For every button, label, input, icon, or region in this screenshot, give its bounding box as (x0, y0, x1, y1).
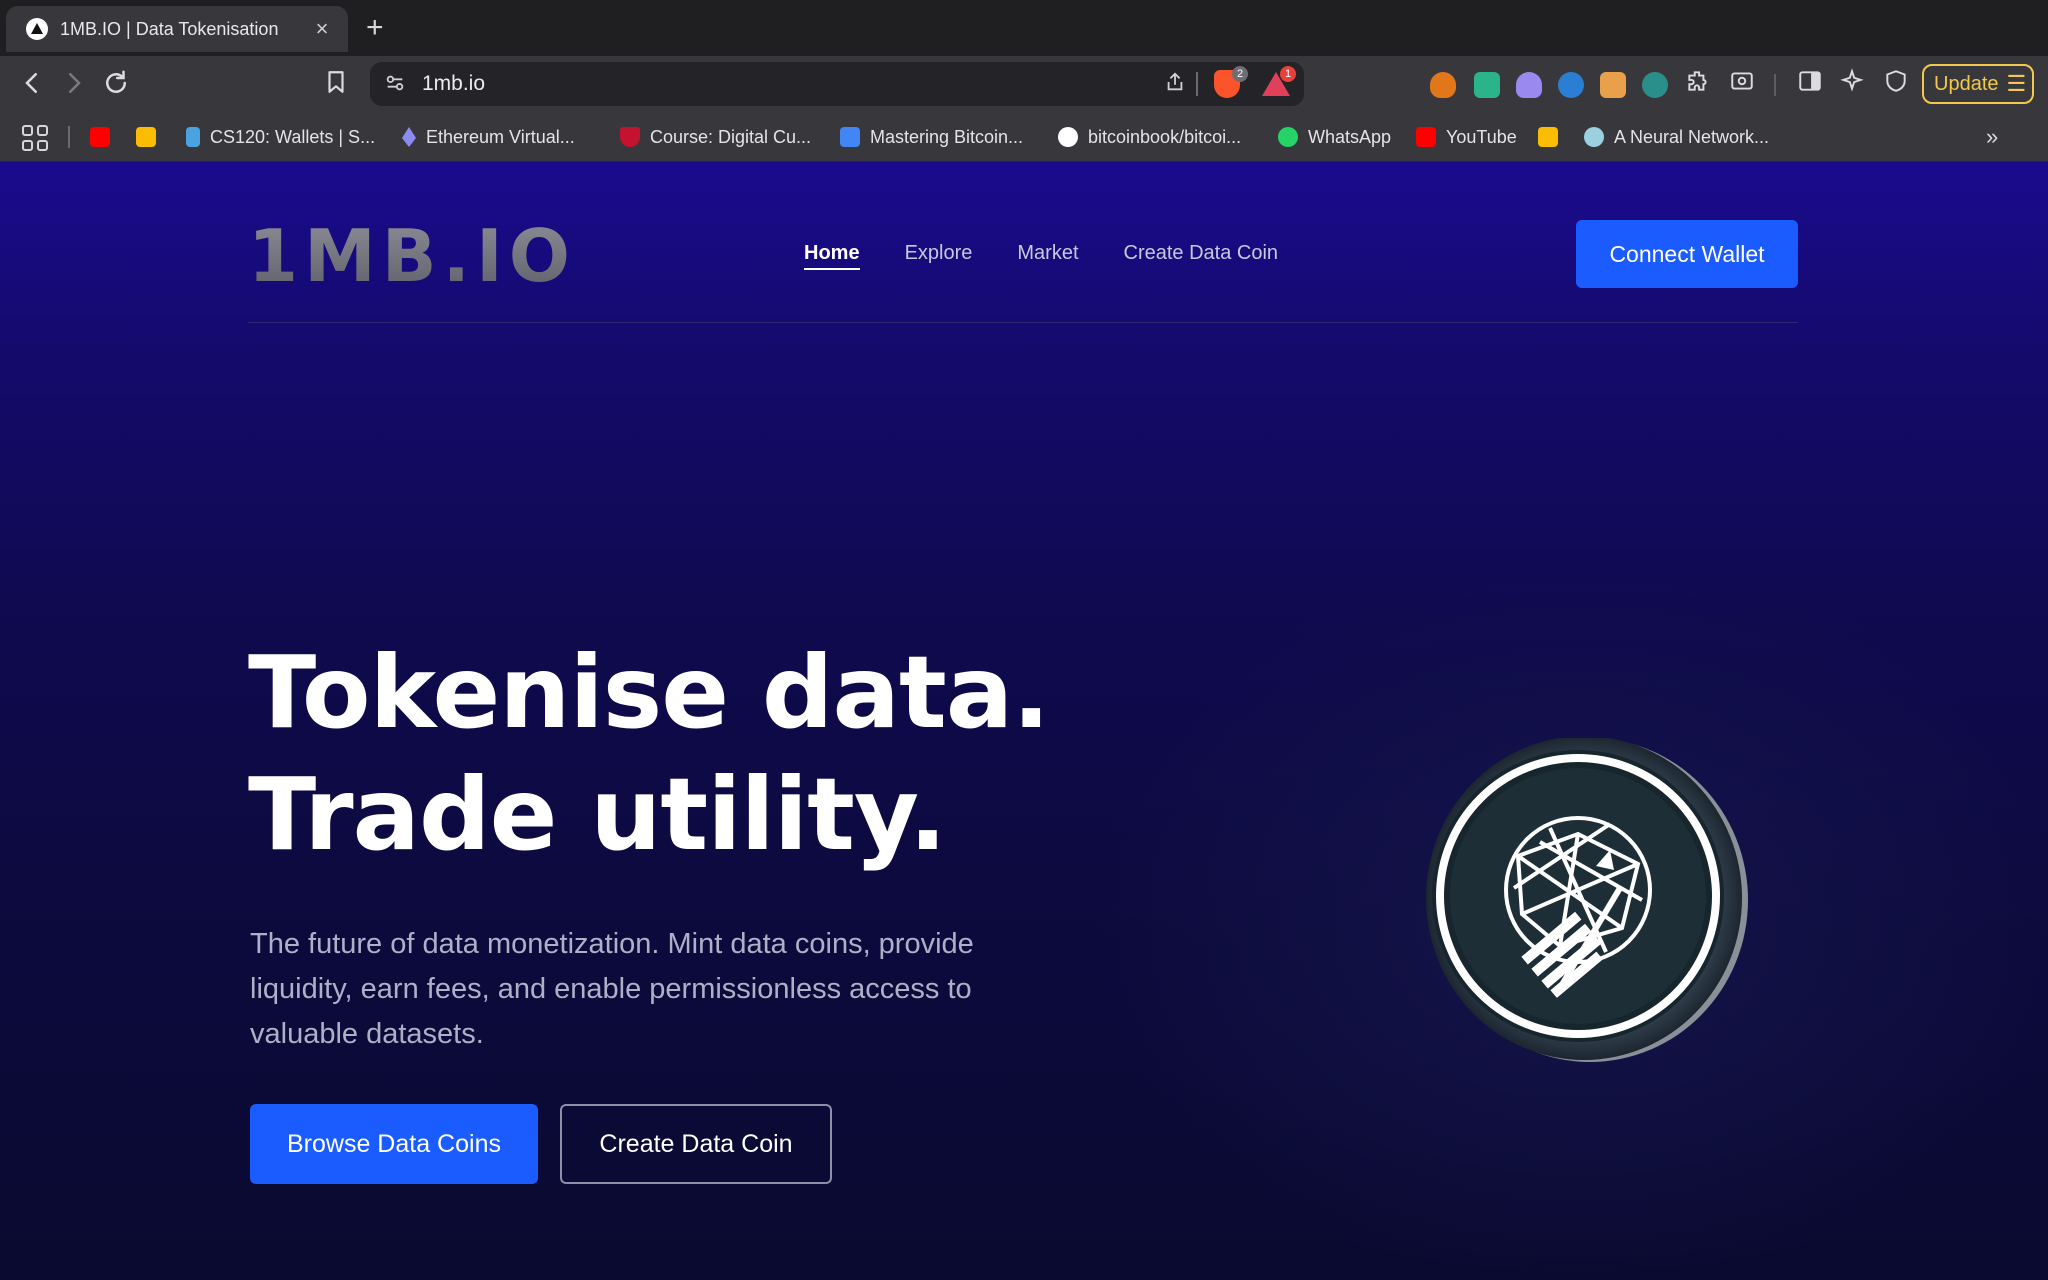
bookmark-item[interactable]: Mastering Bitcoin... (840, 112, 1023, 162)
bookmark-item[interactable] (136, 112, 166, 162)
bookmark-item[interactable]: WhatsApp (1278, 112, 1391, 162)
bookmark-item[interactable]: bitcoinbook/bitcoi... (1058, 112, 1241, 162)
hero-line-2: Trade utility. (248, 756, 947, 873)
nav-explore[interactable]: Explore (905, 242, 973, 270)
bookmark-item[interactable]: A Neural Network... (1584, 112, 1769, 162)
whatsapp-icon (1278, 127, 1298, 147)
apps-grid-icon[interactable] (22, 125, 48, 151)
docs-icon (840, 127, 860, 147)
browser-toolbar: 1mb.io 2 1 Update ☰ (0, 56, 2048, 112)
bookmark-label: Ethereum Virtual... (426, 126, 575, 147)
extensions-puzzle-icon[interactable] (1682, 68, 1714, 100)
cross-extension-icon[interactable] (1558, 72, 1584, 98)
header-divider (248, 322, 1798, 323)
v-extension-icon[interactable] (1642, 72, 1668, 98)
update-label: Update (1934, 72, 1999, 95)
toolbar-divider (1774, 74, 1776, 96)
envelope-extension-icon[interactable] (1600, 72, 1626, 98)
update-button[interactable]: Update ☰ (1922, 64, 2034, 104)
youtube-icon (1416, 127, 1436, 147)
hero-title: Tokenise data. Trade utility. (248, 632, 1050, 876)
bookmark-item[interactable]: Course: Digital Cu... (620, 112, 811, 162)
leo-ai-sparkle-icon[interactable] (1836, 68, 1868, 100)
hero-line-1: Tokenise data. (248, 634, 1050, 751)
bookmarks-bar: CS120: Wallets | S... Ethereum Virtual..… (0, 112, 2048, 162)
bookmark-icon[interactable] (318, 68, 354, 102)
bookmark-label: A Neural Network... (1614, 126, 1770, 147)
bookmark-item[interactable] (1538, 112, 1568, 162)
bookmark-label: bitcoinbook/bitcoi... (1088, 126, 1242, 147)
bookmark-label: Course: Digital Cu... (650, 126, 812, 147)
rewards-count-badge: 1 (1280, 66, 1296, 82)
address-bar[interactable]: 1mb.io 2 1 (370, 62, 1304, 106)
create-data-coin-button[interactable]: Create Data Coin (560, 1104, 832, 1184)
bookmark-label: CS120: Wallets | S... (210, 126, 376, 147)
site-nav: Home Explore Market Create Data Coin (804, 242, 1278, 270)
data-coin-illustration (1410, 736, 1750, 1078)
keep-icon (136, 127, 156, 147)
reload-icon[interactable] (98, 68, 134, 102)
browser-tab[interactable]: 1MB.IO | Data Tokenisation × (6, 6, 348, 52)
nav-market[interactable]: Market (1017, 242, 1078, 270)
site-favicon-icon (26, 18, 48, 40)
mail-extension-icon[interactable] (1474, 72, 1500, 98)
metamask-fox-icon[interactable] (1430, 72, 1456, 98)
more-bookmarks-icon[interactable]: » (1986, 124, 1998, 150)
omnibox-divider (1196, 72, 1198, 96)
bookmarks-divider (68, 126, 70, 148)
new-tab-icon[interactable]: + (366, 10, 384, 46)
vpn-shield-icon[interactable] (1880, 68, 1912, 100)
tab-title: 1MB.IO | Data Tokenisation (60, 18, 279, 39)
site-logo[interactable]: 1MB.IO (248, 214, 576, 298)
nav-home[interactable]: Home (804, 242, 860, 270)
bookmark-item[interactable] (90, 112, 120, 162)
site-settings-icon[interactable] (384, 72, 408, 96)
neural-icon (1584, 127, 1604, 147)
keep-icon (1538, 127, 1558, 147)
bookmark-label: WhatsApp (1308, 126, 1392, 147)
back-icon[interactable] (14, 68, 50, 102)
browse-data-coins-button[interactable]: Browse Data Coins (250, 1104, 538, 1184)
connect-wallet-button[interactable]: Connect Wallet (1576, 220, 1798, 288)
hero-subtitle: The future of data monetization. Mint da… (250, 928, 974, 1050)
tab-strip: 1MB.IO | Data Tokenisation × + (0, 0, 2048, 56)
ethereum-icon (402, 127, 416, 147)
shield-crest-icon (620, 127, 640, 147)
bookmark-item[interactable]: YouTube (1416, 112, 1517, 162)
sidebar-toggle-icon[interactable] (1794, 68, 1826, 100)
screenshot-search-icon[interactable] (1726, 68, 1758, 100)
youtube-icon (90, 127, 110, 147)
bookmark-item[interactable]: Ethereum Virtual... (402, 112, 575, 162)
lightning-icon (186, 127, 200, 147)
bookmark-item[interactable]: CS120: Wallets | S... (186, 112, 375, 162)
forward-icon[interactable] (56, 68, 92, 102)
shields-count-badge: 2 (1232, 66, 1248, 82)
url-text: 1mb.io (422, 72, 486, 95)
nav-create-data-coin[interactable]: Create Data Coin (1124, 242, 1279, 270)
phantom-wallet-icon[interactable] (1516, 72, 1542, 98)
bookmark-label: Mastering Bitcoin... (870, 126, 1024, 147)
bookmark-label: YouTube (1446, 126, 1517, 147)
share-icon[interactable] (1164, 69, 1186, 101)
web-page: 1MB.IO Home Explore Market Create Data C… (0, 162, 2048, 1280)
menu-hamburger-icon: ☰ (2006, 71, 2027, 96)
github-icon (1058, 127, 1078, 147)
close-tab-icon[interactable]: × (310, 16, 334, 42)
coin-globe-icon (1426, 736, 1748, 1062)
